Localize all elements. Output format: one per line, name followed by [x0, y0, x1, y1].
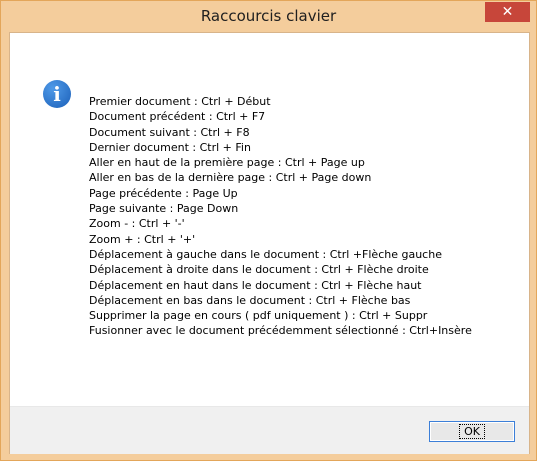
shortcut-line: Supprimer la page en cours ( pdf uniquem… [89, 309, 428, 323]
shortcut-line: Déplacement à droite dans le document : … [89, 263, 429, 277]
shortcut-line: Document suivant : Ctrl + F8 [89, 125, 250, 139]
dialog-body: i Premier document : Ctrl + Début Docume… [9, 32, 530, 454]
shortcut-line: Déplacement en haut dans le document : C… [89, 278, 422, 292]
close-icon: ✕ [501, 4, 514, 20]
close-button[interactable]: ✕ [485, 2, 530, 22]
shortcut-line: Déplacement en bas dans le document : Ct… [89, 293, 411, 307]
dialog-window: Raccourcis clavier ✕ i Premier document … [0, 0, 537, 461]
shortcut-line: Zoom + : Ctrl + '+' [89, 232, 196, 246]
shortcut-line: Dernier document : Ctrl + Fin [89, 140, 251, 154]
shortcut-line: Zoom - : Ctrl + '-' [89, 217, 185, 231]
shortcut-list: Premier document : Ctrl + Début Document… [89, 94, 472, 339]
shortcut-line: Page suivante : Page Down [89, 202, 239, 216]
shortcut-line: Premier document : Ctrl + Début [89, 95, 271, 108]
shortcut-line: Aller en haut de la première page : Ctrl… [89, 156, 365, 170]
shortcut-line: Déplacement à gauche dans le document : … [89, 247, 442, 261]
title-bar[interactable]: Raccourcis clavier ✕ [1, 1, 536, 32]
information-icon: i [43, 80, 71, 108]
window-title: Raccourcis clavier [200, 7, 337, 25]
shortcut-line: Fusionner avec le document précédemment … [89, 324, 472, 338]
shortcut-line: Aller en bas de la dernière page : Ctrl … [89, 171, 372, 185]
shortcut-line: Page précédente : Page Up [89, 186, 238, 200]
button-bar: OK [10, 406, 529, 454]
shortcut-line: Document précédent : Ctrl + F7 [89, 110, 266, 124]
ok-button-label: OK [459, 424, 485, 439]
ok-button[interactable]: OK [429, 421, 515, 442]
